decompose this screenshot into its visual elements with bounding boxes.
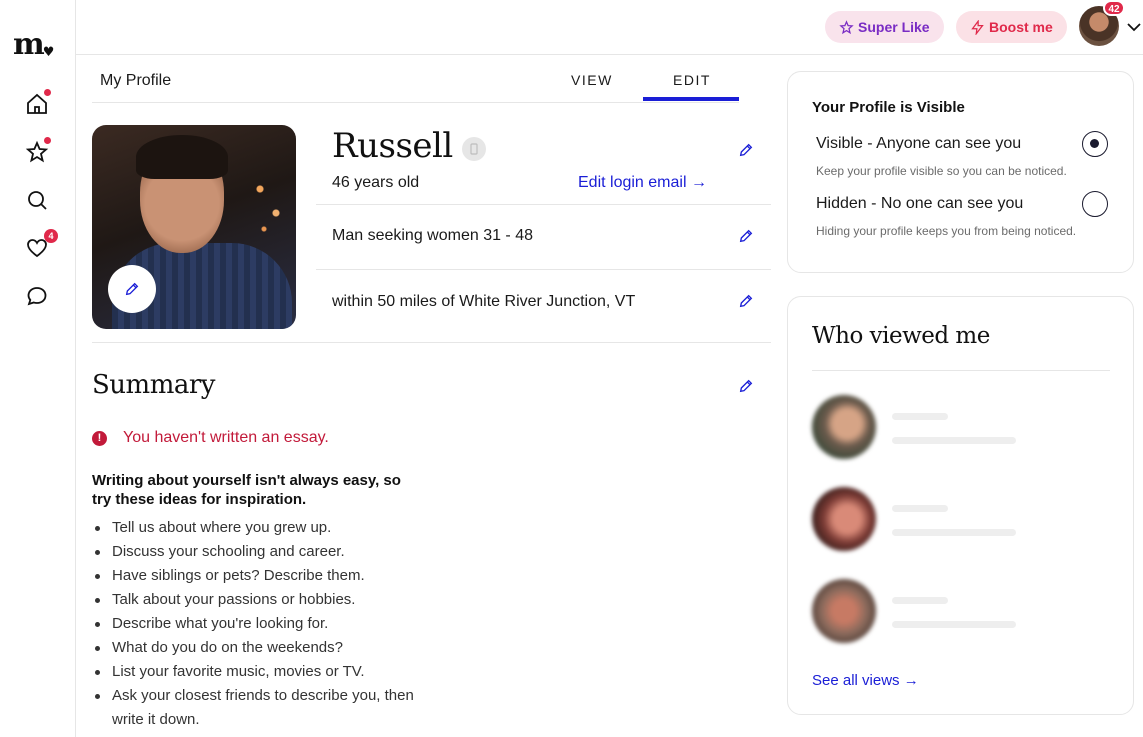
summary-heading: Summary (92, 370, 215, 400)
tab-view[interactable]: VIEW (571, 72, 613, 88)
visible-option-label[interactable]: Visible - Anyone can see you (816, 135, 1021, 153)
nav-messages[interactable] (24, 283, 50, 309)
alert-icon: ! (92, 430, 107, 446)
logo-heart-icon: ♥ (42, 45, 55, 60)
viewer-item[interactable] (812, 487, 1112, 553)
nav-home[interactable] (24, 89, 51, 117)
likes-notification-dot (44, 137, 51, 144)
boost-label: Boost me (989, 19, 1053, 35)
tips-heading: Writing about yourself isn't always easy… (92, 472, 401, 508)
blurred-avatar (812, 579, 876, 643)
phone-verify-icon[interactable] (462, 137, 486, 161)
placeholder-line (892, 529, 1016, 536)
viewer-item[interactable] (812, 395, 1112, 461)
super-like-label: Super Like (858, 19, 930, 35)
placeholder-line (892, 505, 948, 512)
page-title: My Profile (100, 72, 172, 89)
hidden-radio[interactable] (1082, 191, 1108, 217)
viewer-item[interactable] (812, 579, 1112, 645)
search-icon (28, 191, 47, 210)
see-all-views-link[interactable]: See all views → (812, 672, 919, 689)
edit-photo-button[interactable] (108, 265, 156, 313)
visible-radio[interactable] (1082, 131, 1108, 157)
list-item: Talk about your passions or hobbies. (92, 588, 432, 612)
placeholder-line (892, 437, 1016, 444)
visibility-card: Your Profile is Visible Visible - Anyone… (787, 71, 1134, 273)
edit-location-button[interactable] (738, 293, 756, 311)
list-item: Discuss your schooling and career. (92, 540, 432, 564)
list-item: Have siblings or pets? Describe them. (92, 564, 432, 588)
visible-option-description: Keep your profile visible so you can be … (816, 164, 1067, 178)
divider (316, 204, 771, 205)
pencil-icon (739, 143, 753, 157)
who-viewed-me-card: Who viewed me See all views → (787, 296, 1134, 715)
who-viewed-me-heading: Who viewed me (812, 323, 990, 349)
essay-warning: ! You haven't written an essay. (92, 429, 329, 447)
lightning-icon (971, 19, 984, 35)
top-bar: Super Like Boost me 42 (76, 0, 1143, 55)
app-logo[interactable]: m♥ (13, 30, 54, 66)
chevron-down-icon[interactable] (1126, 19, 1142, 35)
seeking-preference: Man seeking women 31 - 48 (332, 227, 533, 244)
profile-age: 46 years old (332, 174, 420, 191)
edit-seeking-button[interactable] (738, 228, 756, 246)
divider (316, 269, 771, 270)
edit-login-email-link[interactable]: Edit login email → (578, 174, 707, 192)
divider (812, 370, 1110, 371)
logo-letter: m (13, 27, 45, 62)
location-preference: within 50 miles of White River Junction,… (332, 293, 636, 310)
visibility-heading: Your Profile is Visible (812, 99, 965, 116)
list-item: What do you do on the weekends? (92, 636, 432, 660)
pencil-icon (739, 379, 753, 393)
nav-search[interactable] (24, 187, 50, 213)
account-avatar[interactable]: 42 (1079, 0, 1125, 46)
list-item: Tell us about where you grew up. (92, 516, 432, 540)
tab-edit[interactable]: EDIT (673, 72, 711, 88)
star-outline-icon (839, 19, 854, 34)
tabs-divider (92, 102, 739, 103)
blurred-avatar (812, 395, 876, 459)
blurred-avatar (812, 487, 876, 551)
placeholder-line (892, 621, 1016, 628)
tab-edit-active-indicator (643, 97, 739, 101)
pencil-icon (125, 282, 139, 296)
tips-list: Tell us about where you grew up. Discuss… (92, 516, 432, 732)
chat-bubble-icon (27, 287, 47, 306)
nav-likes[interactable] (24, 137, 51, 165)
nav-matches[interactable]: 4 (24, 229, 58, 261)
list-item: Ask your closest friends to describe you… (92, 684, 432, 732)
divider (92, 342, 771, 343)
left-nav-rail: m♥ 4 (0, 0, 76, 737)
matches-count-badge: 4 (44, 229, 58, 243)
profile-name: Russell (332, 126, 453, 166)
pencil-icon (739, 294, 753, 308)
edit-name-button[interactable] (738, 142, 756, 160)
essay-warning-text: You haven't written an essay. (123, 429, 329, 446)
placeholder-line (892, 597, 948, 604)
super-like-button[interactable]: Super Like (825, 11, 944, 43)
boost-button[interactable]: Boost me (956, 11, 1067, 43)
hidden-option-description: Hiding your profile keeps you from being… (816, 224, 1077, 238)
home-notification-dot (44, 89, 51, 96)
list-item: List your favorite music, movies or TV. (92, 660, 432, 684)
notifications-badge: 42 (1103, 0, 1125, 16)
pencil-icon (739, 229, 753, 243)
edit-summary-button[interactable] (738, 378, 756, 396)
list-item: Describe what you're looking for. (92, 612, 432, 636)
hidden-option-label[interactable]: Hidden - No one can see you (816, 195, 1023, 213)
placeholder-line (892, 413, 948, 420)
